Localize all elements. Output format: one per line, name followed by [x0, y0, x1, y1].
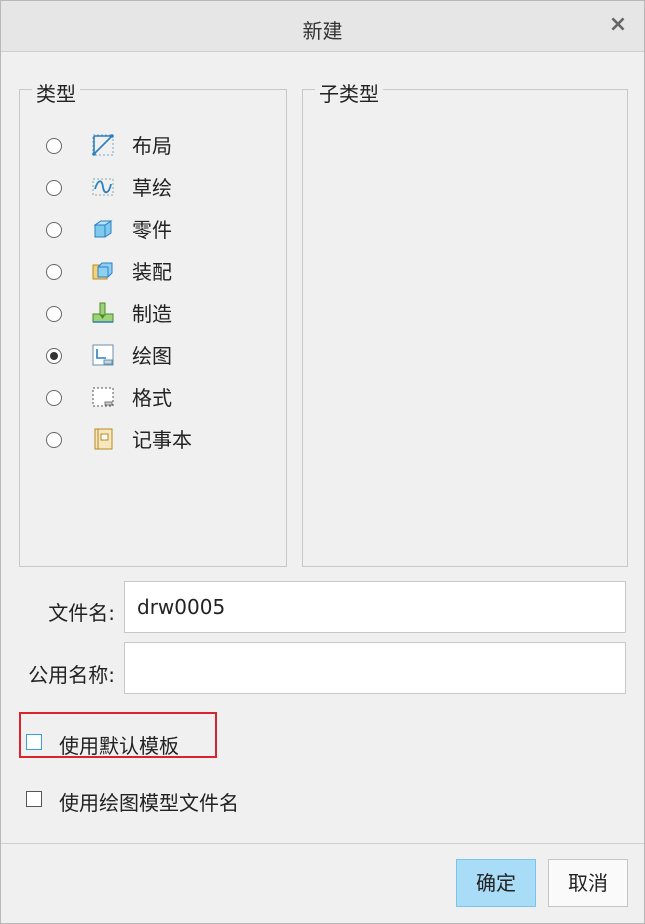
- type-label-drawing: 绘图: [132, 344, 172, 368]
- title-bar[interactable]: 新建 ×: [1, 1, 644, 52]
- type-label-part: 零件: [132, 218, 172, 242]
- use-default-template-label[interactable]: 使用默认模板: [59, 730, 179, 759]
- type-label-assembly: 装配: [132, 260, 172, 284]
- use-drawing-model-name-checkbox[interactable]: [26, 791, 42, 807]
- type-item-sketch[interactable]: 草绘: [46, 174, 266, 206]
- radio-assembly[interactable]: [46, 264, 62, 280]
- radio-format[interactable]: [46, 390, 62, 406]
- sketch-icon: [92, 178, 114, 196]
- type-label-notebook: 记事本: [132, 428, 192, 452]
- type-label-format: 格式: [132, 386, 172, 410]
- radio-drawing[interactable]: [46, 348, 62, 364]
- part-icon: [93, 220, 113, 238]
- radio-notebook[interactable]: [46, 432, 62, 448]
- common-name-input[interactable]: [124, 642, 626, 694]
- layout-icon: [92, 134, 114, 156]
- type-item-assembly[interactable]: 装配: [46, 258, 266, 290]
- manufacturing-icon: [92, 302, 114, 323]
- ok-button[interactable]: 确定: [456, 859, 536, 907]
- type-item-drawing[interactable]: 绘图: [46, 342, 266, 374]
- radio-manufacturing[interactable]: [46, 306, 62, 322]
- use-default-template-checkbox[interactable]: [26, 734, 42, 750]
- type-item-part[interactable]: 零件: [46, 216, 266, 248]
- dialog-title: 新建: [302, 19, 343, 43]
- cancel-button[interactable]: 取消: [548, 859, 628, 907]
- format-icon: [92, 387, 114, 407]
- type-item-layout[interactable]: 布局: [46, 132, 266, 164]
- type-label-layout: 布局: [132, 134, 172, 158]
- type-item-format[interactable]: 格式: [46, 384, 266, 416]
- close-button[interactable]: ×: [606, 13, 630, 37]
- filename-label: 文件名:: [48, 601, 115, 625]
- notebook-icon: [94, 428, 113, 450]
- type-label-sketch: 草绘: [132, 176, 172, 200]
- use-drawing-model-name-label[interactable]: 使用绘图模型文件名: [59, 787, 239, 816]
- type-item-manufacturing[interactable]: 制造: [46, 300, 266, 332]
- common-name-label: 公用名称:: [28, 663, 115, 687]
- new-file-dialog: 新建 × 类型 布局 草绘 零件 装配 制造 绘图 格式 记事本 子类型 文件名…: [0, 0, 645, 924]
- filename-input[interactable]: [124, 581, 626, 633]
- radio-layout[interactable]: [46, 138, 62, 154]
- type-label-manufacturing: 制造: [132, 302, 172, 326]
- radio-part[interactable]: [46, 222, 62, 238]
- radio-sketch[interactable]: [46, 180, 62, 196]
- footer-divider: [1, 843, 644, 844]
- type-group: 类型 布局 草绘 零件 装配 制造 绘图 格式 记事本: [19, 78, 287, 567]
- drawing-icon: [92, 344, 114, 366]
- type-group-legend: 类型: [32, 78, 80, 107]
- subtype-group-legend: 子类型: [315, 78, 383, 107]
- subtype-group: 子类型: [302, 78, 628, 567]
- type-item-notebook[interactable]: 记事本: [46, 426, 266, 458]
- assembly-icon: [92, 262, 113, 280]
